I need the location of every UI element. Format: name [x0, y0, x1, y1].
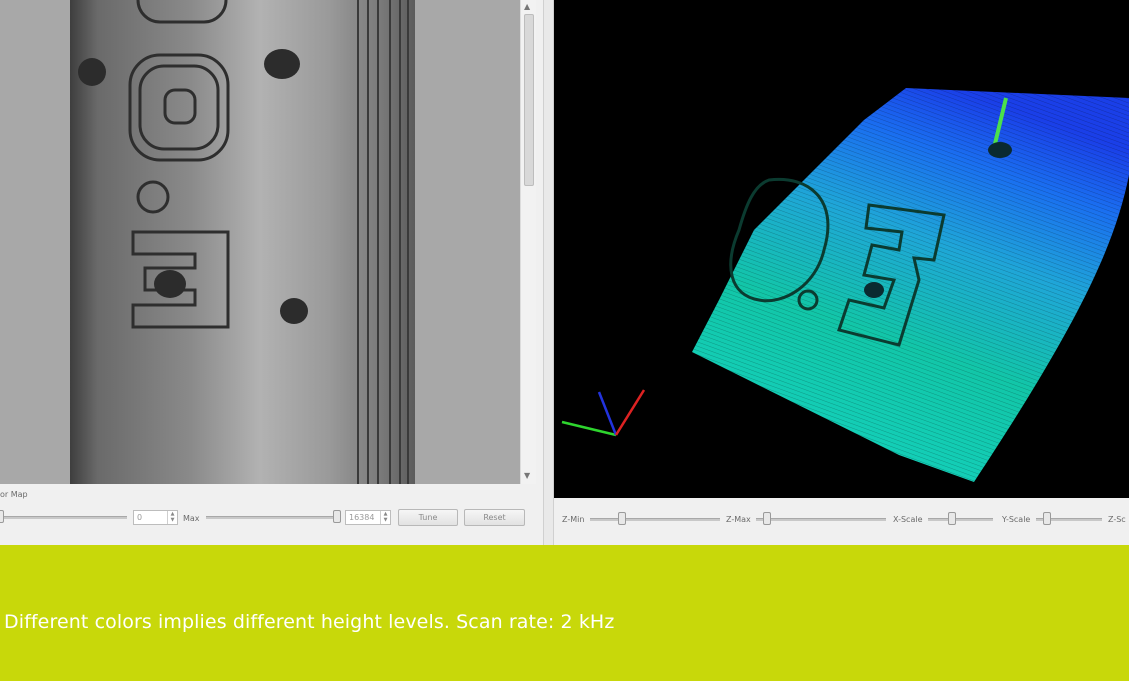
x-scale-slider-track[interactable] [928, 518, 993, 521]
max-slider-handle[interactable] [333, 510, 341, 523]
height-map-surface [554, 0, 1129, 498]
x-scale-slider-handle[interactable] [948, 512, 956, 525]
max-label: Max [183, 514, 200, 523]
3d-point-cloud-view[interactable] [554, 0, 1129, 498]
scroll-up-icon[interactable]: ▲ [524, 3, 530, 11]
max-value-spinbox[interactable]: 16384 ▲ ▼ [345, 510, 391, 525]
vertical-scrollbar[interactable]: ▲ ▼ [520, 0, 536, 484]
min-slider-handle[interactable] [0, 510, 4, 523]
pane-splitter[interactable] [543, 0, 554, 545]
tune-button[interactable]: Tune [398, 509, 458, 526]
y-scale-slider-handle[interactable] [1043, 512, 1051, 525]
spin-arrows-icon[interactable]: ▲ ▼ [380, 511, 390, 524]
z-min-label: Z-Min [562, 515, 585, 524]
scroll-down-icon[interactable]: ▼ [524, 472, 530, 480]
z-max-slider-track[interactable] [756, 518, 886, 521]
z-max-slider-handle[interactable] [763, 512, 771, 525]
z-min-slider-track[interactable] [590, 518, 720, 521]
max-slider-track[interactable] [206, 516, 338, 519]
min-value-spinbox[interactable]: 0 ▲ ▼ [133, 510, 178, 525]
grayscale-intensity-image [0, 0, 520, 484]
embossed-pipe-image [0, 0, 520, 484]
caption-text: Different colors implies different heigh… [4, 611, 615, 633]
min-value-text: 0 [137, 513, 143, 522]
z-max-label: Z-Max [726, 515, 751, 524]
max-value-text: 16384 [349, 513, 375, 522]
y-scale-label: Y-Scale [1002, 515, 1031, 524]
x-scale-label: X-Scale [893, 515, 923, 524]
color-map-group-label: or Map [0, 490, 28, 499]
scrollbar-thumb[interactable] [524, 14, 534, 186]
spin-arrows-icon[interactable]: ▲ ▼ [167, 511, 177, 524]
z-scale-label: Z-Sc [1108, 515, 1126, 524]
z-min-slider-handle[interactable] [618, 512, 626, 525]
reset-button[interactable]: Reset [464, 509, 525, 526]
min-slider-track[interactable] [2, 516, 127, 519]
